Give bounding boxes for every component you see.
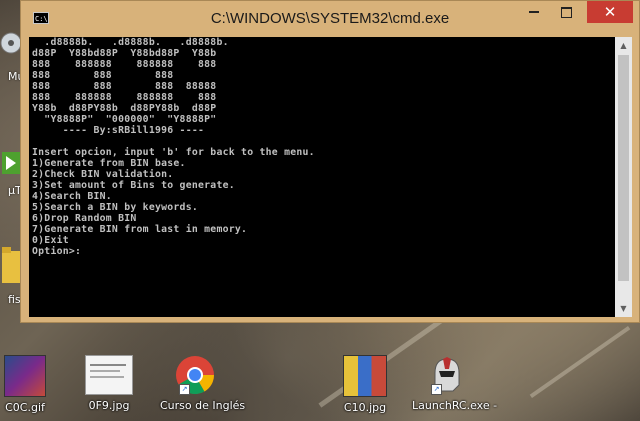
close-icon: ✕ [603,3,617,21]
scroll-thumb[interactable] [618,55,629,281]
chrome-icon: ↗ [175,355,215,395]
shortcut-arrow-icon: ↗ [431,384,442,395]
desktop-icon-label: C0C.gif [5,401,45,414]
minimize-icon [529,11,539,13]
wallpaper-streak [529,325,631,399]
desktop-icon-curso[interactable]: ↗ Curso de Inglés [160,355,246,412]
desktop-label-fis: fis [8,293,21,306]
close-button[interactable]: ✕ [587,1,633,23]
desktop-icon-c10[interactable]: C10.jpg [330,355,400,414]
title-bar[interactable]: C:\ C:\WINDOWS\SYSTEM32\cmd.exe ✕ [21,1,639,37]
console-area[interactable]: .d8888b. .d8888b. .d8888b. d88P Y88bd88P… [29,37,615,317]
jpg-image-icon [343,355,387,397]
scroll-up-arrow-icon[interactable]: ▲ [615,37,632,54]
vertical-scrollbar[interactable]: ▲ ▼ [615,37,632,317]
scroll-down-arrow-icon[interactable]: ▼ [615,300,632,317]
desktop-icon-label: LaunchRC.exe - [412,399,498,412]
maximize-button[interactable] [551,1,581,23]
helmet-app-icon: ↗ [427,355,467,395]
maximize-icon [560,6,572,18]
desktop-icon-label: Curso de Inglés [160,399,246,412]
gif-image-icon [4,355,46,397]
desktop-icon-launchrc[interactable]: ↗ LaunchRC.exe - [412,355,498,412]
desktop-icon-c0c[interactable]: C0C.gif [0,355,60,414]
minimize-button[interactable] [519,1,549,23]
cmd-window[interactable]: C:\ C:\WINDOWS\SYSTEM32\cmd.exe ✕ .d8888… [20,0,640,323]
console-output: .d8888b. .d8888b. .d8888b. d88P Y88bd88P… [32,37,315,257]
jpg-image-icon [85,355,133,395]
desktop-icon-label: 0F9.jpg [88,399,130,412]
shortcut-arrow-icon: ↗ [179,384,190,395]
desktop-icon-label: C10.jpg [343,401,387,414]
desktop-icon-0f9[interactable]: 0F9.jpg [74,355,144,412]
